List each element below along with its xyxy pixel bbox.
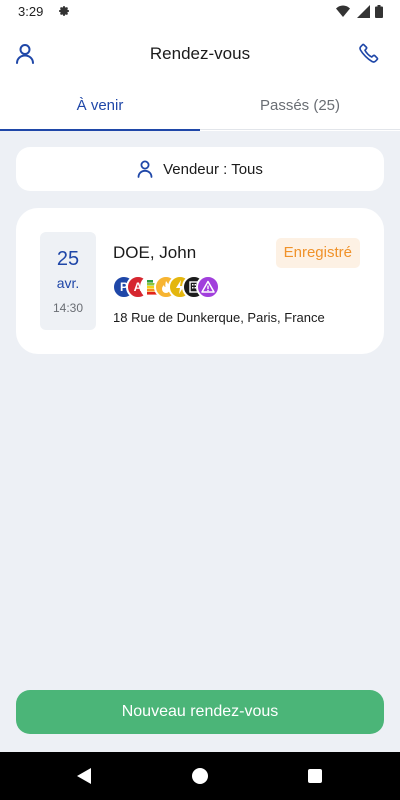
recent-apps-icon[interactable] <box>308 769 322 783</box>
settings-gear-icon <box>59 6 69 16</box>
seller-filter-label: Vendeur : Tous <box>163 160 263 178</box>
page-title: Rendez-vous <box>149 44 251 63</box>
appointment-card[interactable]: 25 avr. 14:30 DOE, John Enregistré P A 1… <box>16 208 384 354</box>
phone-icon[interactable] <box>358 41 380 65</box>
status-time: 3:29 <box>18 4 44 19</box>
status-badge: Enregistré <box>275 238 360 268</box>
service-badges: P A <box>112 275 232 301</box>
appointment-date: 25 avr. 14:30 <box>40 232 96 330</box>
tab-upcoming[interactable]: À venir <box>0 84 200 131</box>
tab-past[interactable]: Passés (25) <box>200 84 400 130</box>
cell-signal-icon <box>357 5 370 18</box>
system-nav-bar <box>0 752 400 800</box>
app-bar: Rendez-vous <box>0 24 400 84</box>
client-address: 18 Rue de Dunkerque, Paris, France <box>113 310 325 325</box>
appointment-month: avr. <box>56 275 80 291</box>
tab-bar: À venir Passés (25) <box>0 84 400 131</box>
person-icon <box>137 160 153 178</box>
wifi-icon <box>336 5 350 17</box>
warning-badge-icon <box>196 275 220 299</box>
status-bar: 3:29 <box>0 0 400 24</box>
battery-icon <box>375 5 383 18</box>
appointment-time: 14:30 <box>52 301 84 315</box>
appointment-day: 25 <box>56 248 80 270</box>
back-icon[interactable] <box>76 767 92 785</box>
appointments-list-area: Vendeur : Tous 25 avr. 14:30 DOE, John E… <box>0 131 400 752</box>
home-icon[interactable] <box>192 768 208 784</box>
client-name: DOE, John <box>113 243 197 262</box>
new-appointment-button[interactable]: Nouveau rendez-vous <box>16 690 384 734</box>
seller-filter-button[interactable]: Vendeur : Tous <box>16 147 384 191</box>
